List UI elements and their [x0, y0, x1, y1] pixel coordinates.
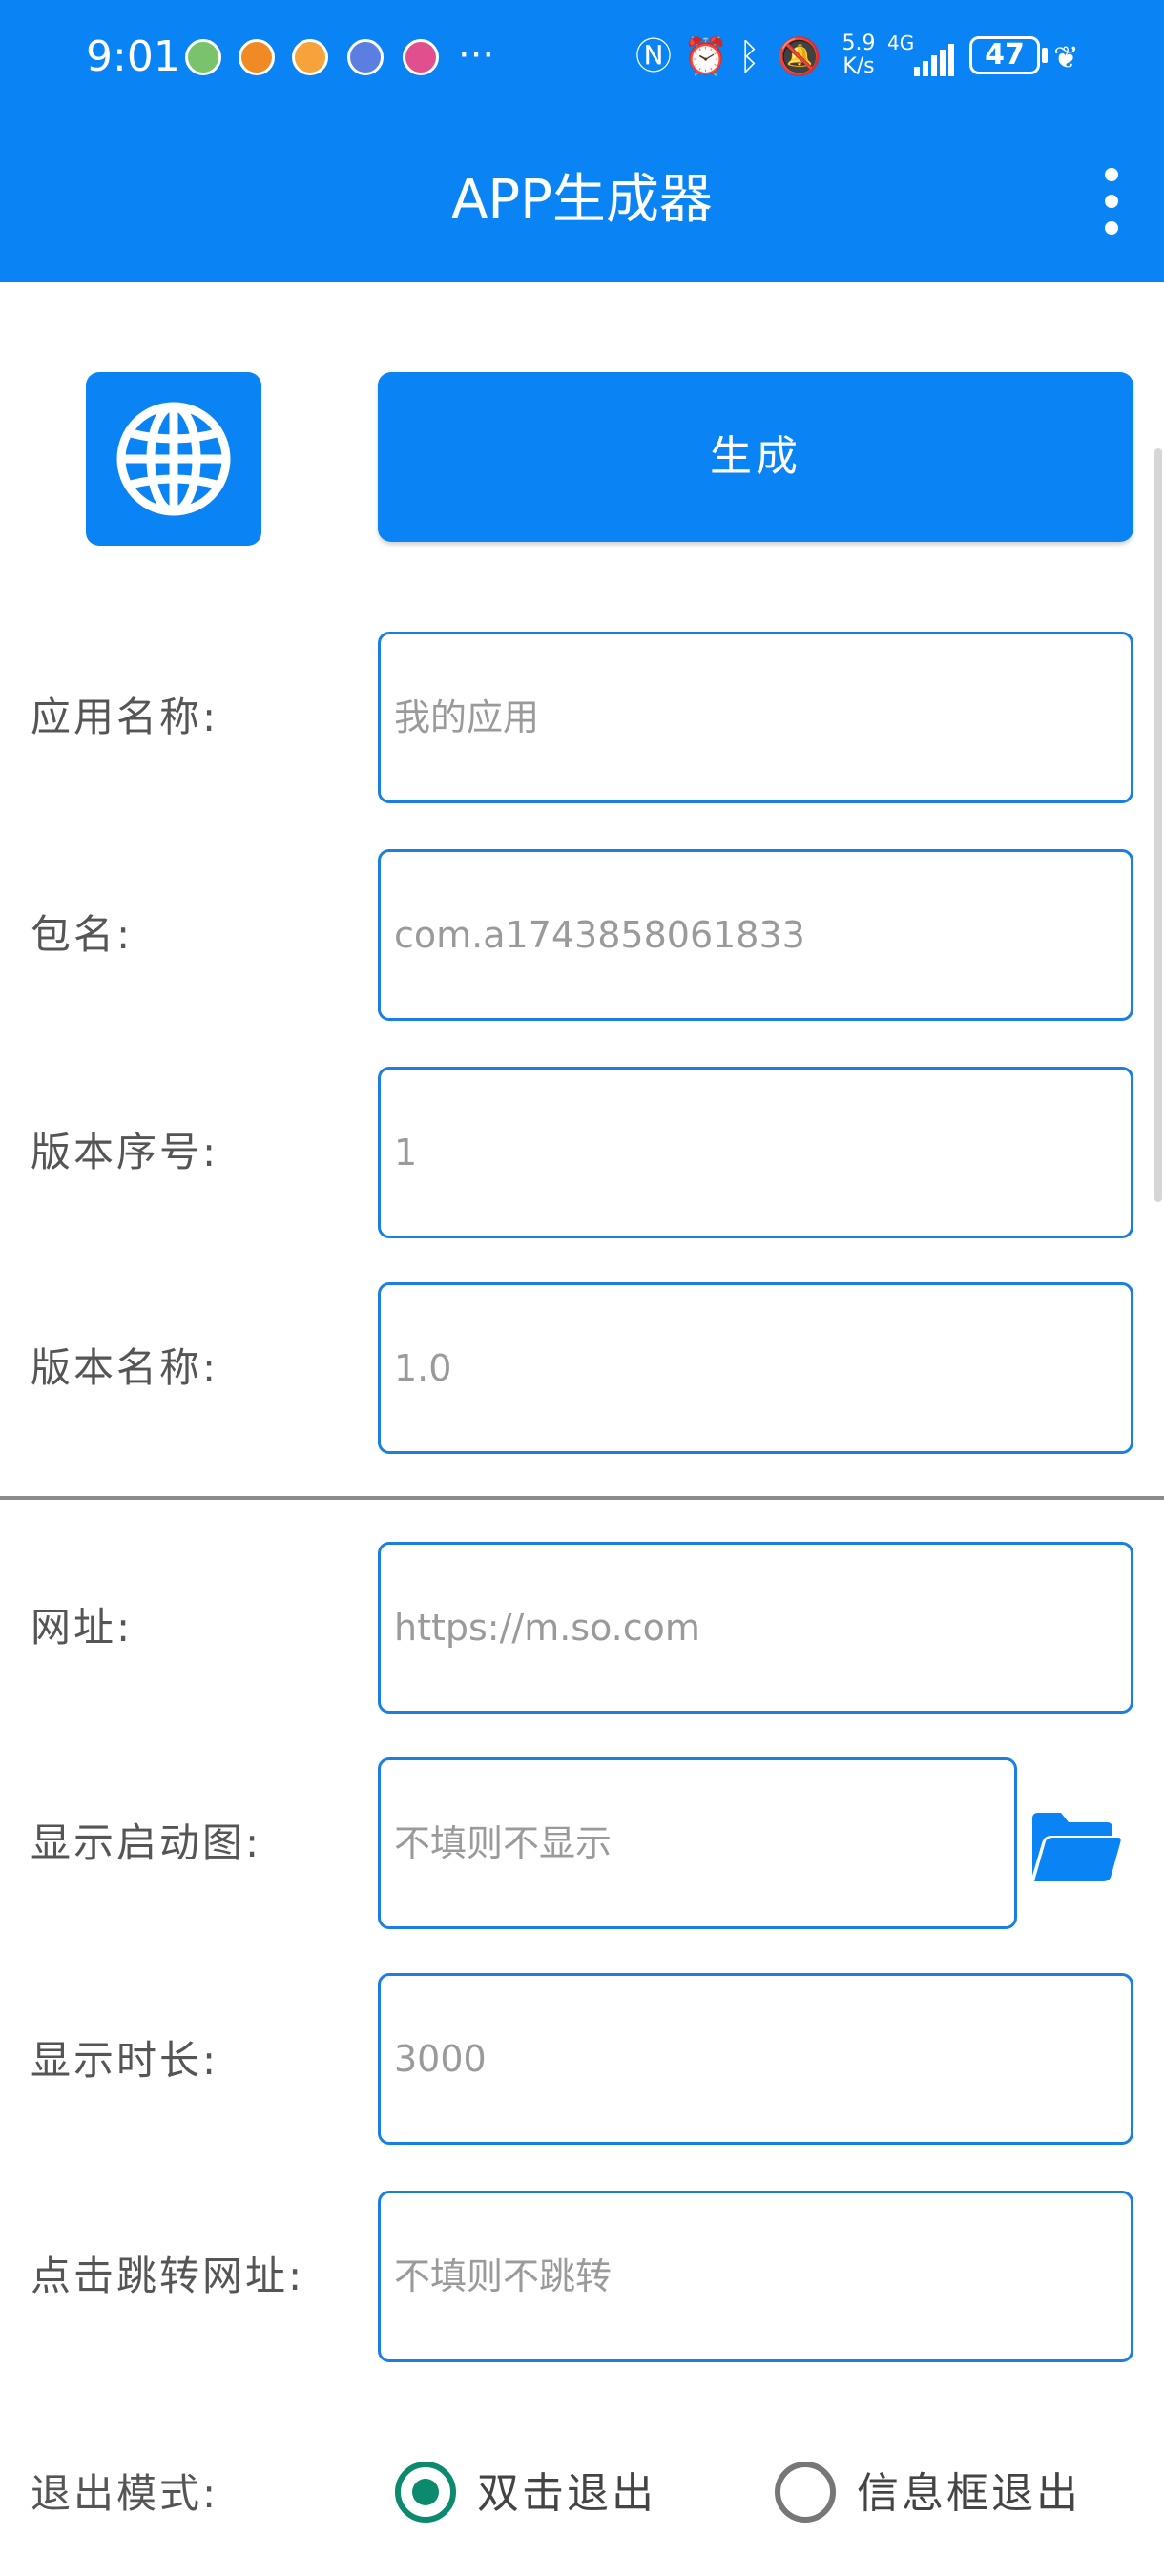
section-divider	[0, 1496, 1164, 1500]
top-bar: 9:01 ··· Ⓝ ⏰ ᛒ 🔕 5.9 K/s 4G 47 ❦ APP生成器	[0, 0, 1164, 282]
mute-bell-icon: 🔕	[777, 35, 822, 77]
app-name-input[interactable]	[381, 634, 1131, 800]
alarm-icon: ⏰	[683, 35, 729, 77]
nfc-icon: Ⓝ	[635, 35, 673, 77]
duration-input[interactable]	[381, 1976, 1131, 2142]
url-input[interactable]	[381, 1545, 1131, 1711]
package-label: 包名:	[31, 911, 134, 958]
more-notifications-icon: ···	[458, 33, 495, 77]
splash-field[interactable]	[378, 1757, 1017, 1929]
net-speed: 5.9 K/s	[842, 31, 876, 78]
generate-button[interactable]: 生成	[378, 372, 1133, 542]
globe-icon	[116, 402, 231, 516]
splash-label: 显示启动图:	[31, 1819, 262, 1866]
version-code-input[interactable]	[381, 1070, 1131, 1236]
folder-icon[interactable]	[1030, 1811, 1122, 1883]
url-field[interactable]	[378, 1542, 1133, 1714]
battery-tip	[1042, 48, 1048, 63]
signal-icon	[914, 44, 956, 76]
exit-dialog-label[interactable]: 信息框退出	[857, 2465, 1081, 2523]
click-url-label: 点击跳转网址:	[31, 2253, 305, 2299]
notification-app-icon	[403, 39, 439, 75]
url-label: 网址:	[31, 1604, 134, 1651]
notification-app-icon	[239, 39, 275, 75]
click-url-input[interactable]	[381, 2193, 1131, 2359]
app-title: APP生成器	[451, 169, 713, 231]
battery-icon: 47	[969, 36, 1040, 74]
splash-input[interactable]	[381, 1760, 1014, 1926]
exit-double-tap-label[interactable]: 双击退出	[477, 2465, 656, 2523]
charging-leaf-icon: ❦	[1053, 39, 1079, 75]
package-field[interactable]	[378, 849, 1133, 1021]
status-time: 9:01	[86, 32, 180, 81]
scrollbar[interactable]	[1154, 448, 1162, 1202]
exit-double-tap-radio[interactable]	[395, 2462, 456, 2523]
status-bar: 9:01 ··· Ⓝ ⏰ ᛒ 🔕 5.9 K/s 4G 47 ❦	[0, 0, 1164, 114]
app-icon-picker[interactable]	[86, 372, 261, 546]
more-vert-icon[interactable]	[1088, 164, 1135, 240]
version-code-label: 版本序号:	[31, 1129, 219, 1175]
network-type: 4G	[887, 31, 915, 54]
bluetooth-icon: ᛒ	[738, 35, 760, 77]
version-code-field[interactable]	[378, 1067, 1133, 1238]
duration-label: 显示时长:	[31, 2037, 219, 2084]
notification-app-icon	[347, 39, 384, 75]
version-name-input[interactable]	[381, 1285, 1131, 1451]
notification-app-icon	[292, 39, 328, 75]
version-name-field[interactable]	[378, 1282, 1133, 1454]
exit-mode-label: 退出模式:	[31, 2470, 219, 2517]
notification-app-icon	[185, 39, 221, 75]
app-name-field[interactable]	[378, 632, 1133, 803]
duration-field[interactable]	[378, 1973, 1133, 2145]
version-name-label: 版本名称:	[31, 1344, 219, 1391]
app-name-label: 应用名称:	[31, 694, 219, 740]
package-input[interactable]	[381, 852, 1131, 1018]
click-url-field[interactable]	[378, 2191, 1133, 2362]
exit-dialog-radio[interactable]	[775, 2462, 836, 2523]
